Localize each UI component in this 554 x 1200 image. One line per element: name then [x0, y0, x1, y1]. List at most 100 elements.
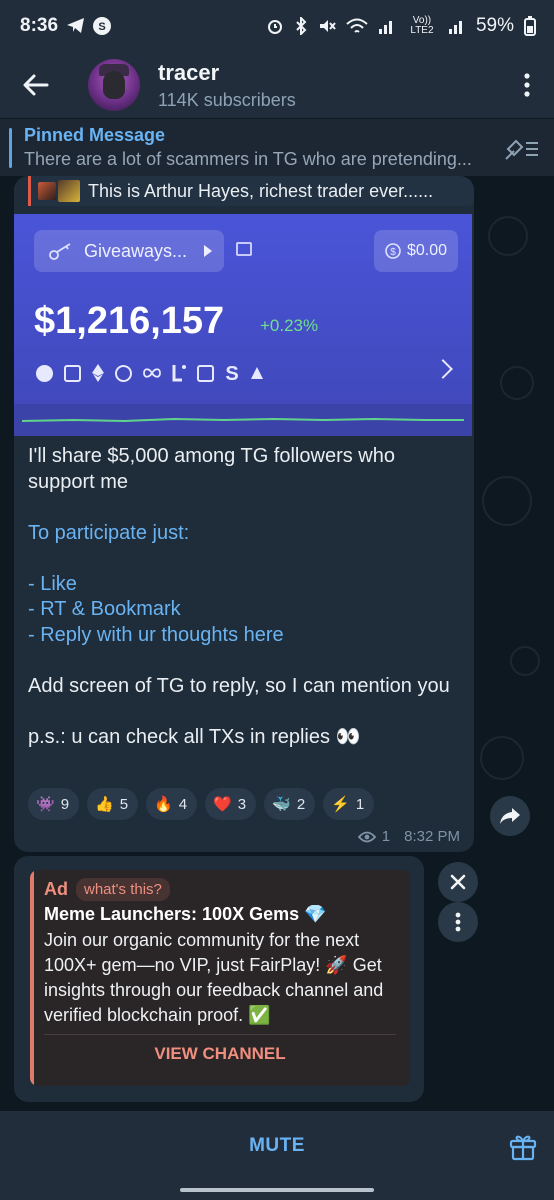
ad-more-button[interactable]	[438, 902, 478, 942]
coin-cube-icon	[64, 364, 81, 382]
post-step-rt: - RT & Bookmark	[28, 598, 181, 620]
kebab-menu-icon	[455, 912, 461, 932]
telegram-icon	[67, 18, 85, 33]
coin-icons: S	[36, 364, 264, 382]
share-button[interactable]	[490, 796, 530, 836]
chevron-right-icon	[204, 245, 212, 257]
pinned-list-icon[interactable]	[504, 135, 540, 163]
bluetooth-icon	[296, 17, 307, 35]
close-ad-button[interactable]	[438, 862, 478, 902]
reactions-row: 👾 9 👍 5 🔥 4 ❤️ 3 🐳 2 ⚡ 1	[28, 788, 375, 820]
reply-thumbnail-2	[58, 180, 80, 202]
lightning-icon: ⚡	[331, 796, 350, 813]
reaction-alien[interactable]: 👾 9	[28, 788, 80, 820]
reply-preview[interactable]: This is Arthur Hayes, richest trader eve…	[28, 176, 474, 206]
pinned-indicator	[9, 128, 12, 168]
back-arrow-icon	[23, 74, 49, 96]
network-label: Vo)) LTE2	[410, 15, 434, 36]
post-meta: 1 8:32 PM	[357, 828, 460, 845]
post-line-screen: Add screen of TG to reply, so I can ment…	[28, 674, 450, 697]
status-bar: 8:36 S Vo)) LTE2 59%	[0, 0, 554, 52]
mute-button[interactable]: MUTE	[249, 1135, 305, 1157]
subscriber-count: 114K subscribers	[158, 89, 296, 110]
chevron-right-icon	[433, 359, 453, 379]
channel-post: This is Arthur Hayes, richest trader eve…	[14, 176, 474, 852]
reaction-count: 9	[60, 795, 70, 813]
key-icon	[49, 243, 71, 260]
signal-2-icon	[448, 21, 462, 34]
eye-icon	[357, 831, 376, 842]
reaction-count: 5	[119, 795, 129, 813]
status-time: 8:36	[20, 15, 59, 36]
portfolio-change: +0.23%	[260, 316, 319, 335]
alarm-icon	[267, 20, 282, 34]
ethereum-icon	[92, 364, 104, 382]
signal-icon	[378, 21, 392, 34]
pinned-text: There are a lot of scammers in TG who ar…	[24, 149, 472, 169]
post-line-share: I'll share $5,000 among TG followers who…	[28, 445, 395, 493]
reaction-count: 3	[237, 795, 247, 813]
reply-preview-text: This is Arthur Hayes, richest trader eve…	[88, 180, 434, 201]
post-text: I'll share $5,000 among TG followers who…	[28, 444, 458, 750]
home-gesture-bar[interactable]	[180, 1188, 374, 1192]
balance-pill: $ $0.00	[374, 230, 458, 272]
reaction-count: 1	[355, 795, 365, 813]
post-time: 8:32 PM	[404, 828, 460, 845]
pinned-message-bar[interactable]: Pinned Message There are a lot of scamme…	[0, 118, 554, 176]
ad-title: Meme Launchers: 100X Gems 💎	[44, 904, 327, 924]
svg-text:$: $	[390, 247, 396, 258]
battery-icon	[524, 16, 536, 36]
gift-icon[interactable]	[508, 1131, 538, 1161]
coin-minus-icon	[36, 364, 53, 382]
mute-icon	[319, 20, 336, 32]
fire-icon: 🔥	[154, 796, 173, 813]
reaction-whale[interactable]: 🐳 2	[264, 788, 316, 820]
pinned-title: Pinned Message	[24, 125, 166, 145]
balance-value: $0.00	[406, 242, 448, 259]
reaction-fire[interactable]: 🔥 4	[146, 788, 198, 820]
share-arrow-icon	[500, 808, 520, 824]
post-step-reply: - Reply with ur thoughts here	[28, 623, 284, 646]
copy-icon	[236, 242, 252, 256]
view-channel-button[interactable]: VIEW CHANNEL	[44, 1044, 396, 1074]
reaction-heart[interactable]: ❤️ 3	[205, 788, 257, 820]
chat-header: tracer 114K subscribers	[0, 52, 554, 118]
reaction-lightning[interactable]: ⚡ 1	[323, 788, 375, 820]
l-coin-icon	[172, 365, 186, 382]
s-coin-icon: S	[225, 364, 238, 382]
close-icon	[450, 874, 466, 890]
status-right-icons: Vo)) LTE2 59%	[266, 15, 536, 37]
portfolio-sparkline	[14, 404, 472, 436]
kebab-menu-icon	[524, 73, 530, 97]
post-step-like: - Like	[28, 572, 77, 595]
portfolio-card-image[interactable]: Giveaways... $ $0.00 $1,216,157 +0.23% S	[14, 214, 472, 436]
whats-this-link[interactable]: what's this?	[76, 878, 170, 901]
reaction-thumbs-up[interactable]: 👍 5	[87, 788, 139, 820]
channel-name: tracer	[158, 59, 220, 85]
reaction-count: 2	[296, 795, 306, 813]
coin-scroll-icon	[197, 364, 214, 382]
app-notification-icon: S	[93, 17, 112, 35]
infinity-icon	[143, 368, 161, 378]
post-line-ps: p.s.: u can check all TXs in replies 👀	[28, 725, 361, 748]
sponsored-card[interactable]: Ad what's this? Meme Launchers: 100X Gem…	[30, 870, 410, 1086]
post-participate: To participate just:	[28, 521, 190, 544]
battery-percent: 59%	[475, 15, 514, 36]
svg-text:S: S	[98, 21, 105, 33]
giveaways-pill: Giveaways...	[34, 230, 224, 272]
ad-body: Join our organic community for the next …	[44, 930, 384, 1025]
channel-title-block[interactable]: tracer 114K subscribers	[158, 60, 296, 111]
channel-avatar[interactable]	[88, 59, 140, 111]
more-options-button[interactable]	[500, 52, 554, 118]
back-button[interactable]	[0, 52, 72, 118]
svg-text:S: S	[225, 364, 238, 382]
ad-label: Ad	[44, 879, 68, 899]
whale-icon: 🐳	[272, 796, 291, 813]
dollar-coin-icon: $	[385, 243, 401, 259]
system-nav-bar	[0, 1181, 554, 1200]
reaction-count: 4	[178, 795, 188, 813]
alien-icon: 👾	[36, 796, 55, 813]
wifi-icon	[346, 18, 368, 33]
thumbs-up-icon: 👍	[95, 796, 114, 813]
status-left-icons: S	[66, 16, 112, 36]
